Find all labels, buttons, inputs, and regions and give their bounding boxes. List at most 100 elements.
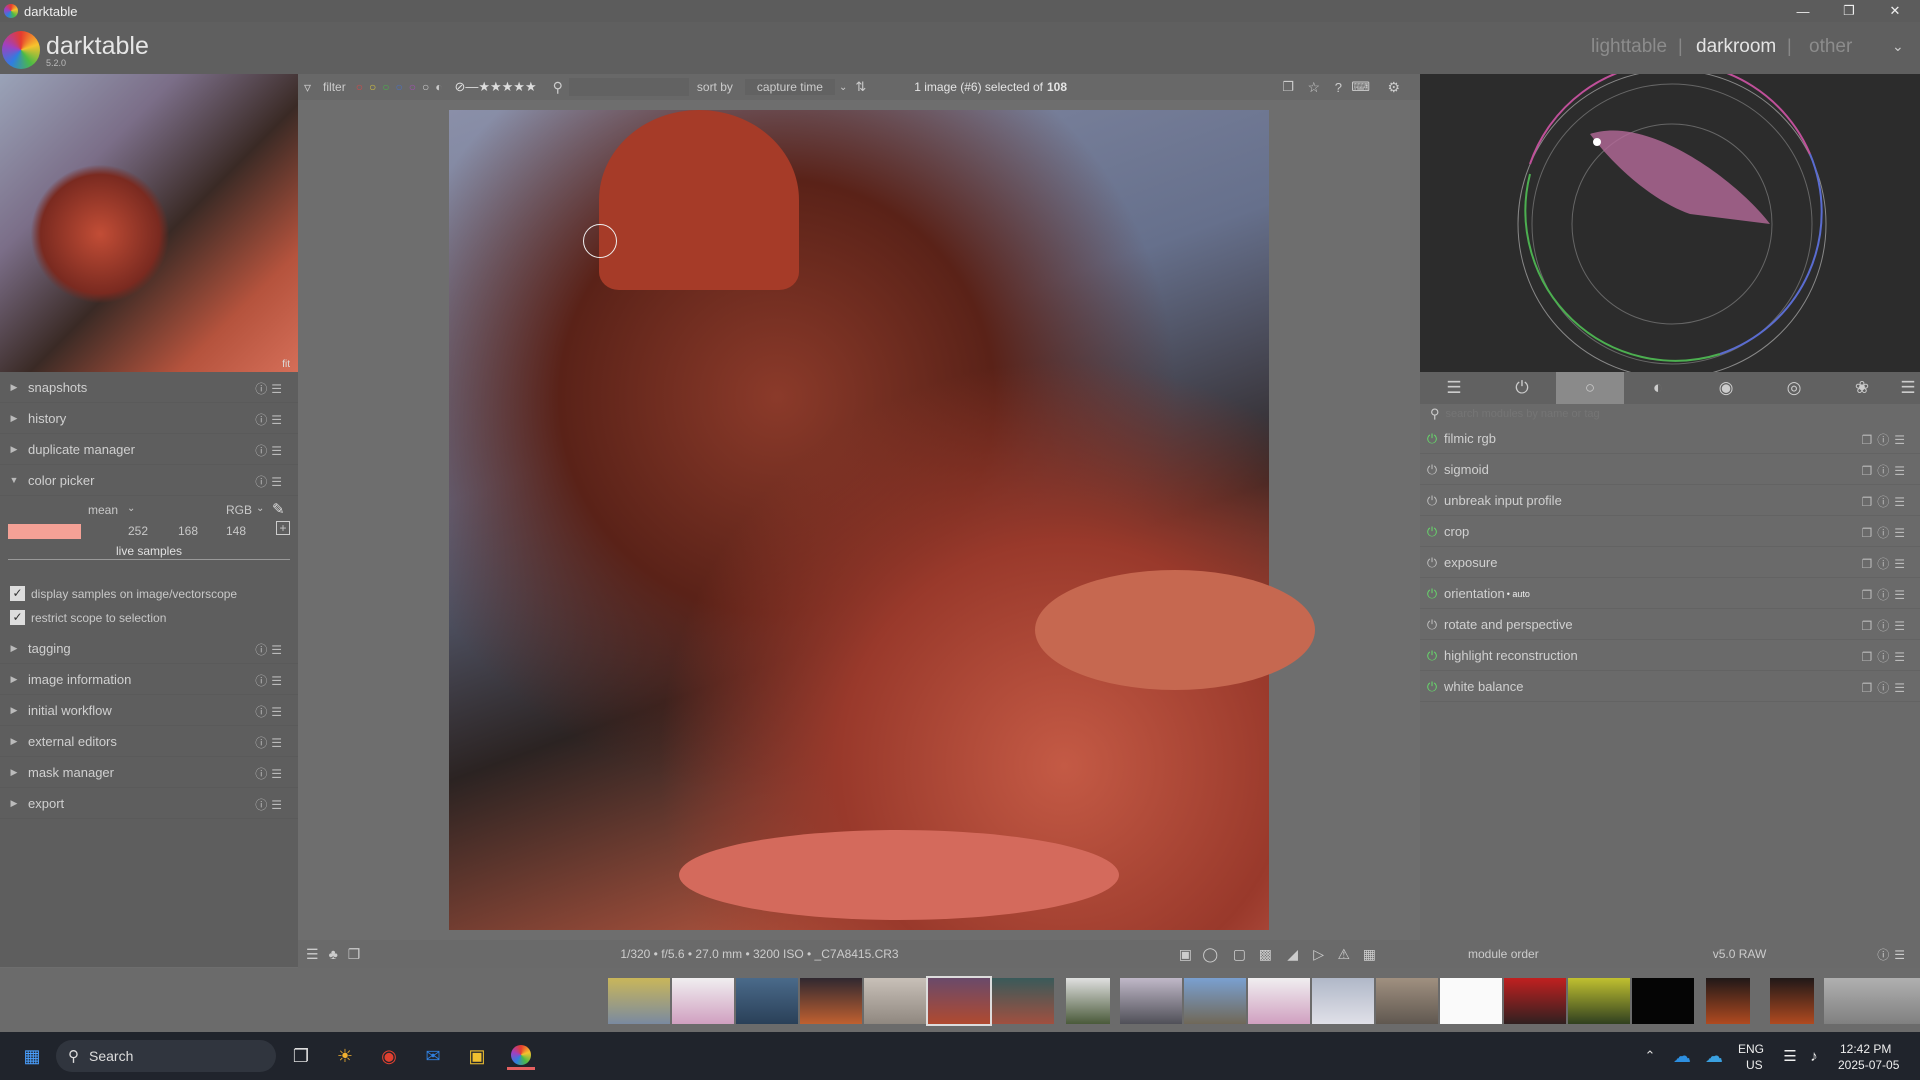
filmstrip-thumb[interactable] — [1824, 978, 1920, 1024]
vectorscope[interactable] — [1420, 61, 1920, 379]
module-search[interactable]: ⚲ — [1420, 404, 1920, 424]
module-filmic-rgb[interactable]: ⏻ filmic rgb ❐ⓘ☰ — [1420, 424, 1920, 454]
tab-quick-access-icon[interactable]: ☰ — [1420, 372, 1488, 404]
presets-icon[interactable]: ♣ — [329, 946, 338, 962]
language-indicator[interactable]: ENG — [1738, 1042, 1764, 1056]
tray-chevron-icon[interactable]: ⌃ — [1636, 1042, 1664, 1070]
module-icons[interactable]: ❐ⓘ☰ — [1861, 679, 1910, 696]
power-icon[interactable]: ⏻ — [1420, 555, 1444, 571]
chevron-down-icon[interactable]: ⌄ — [256, 503, 264, 514]
clipping-icon[interactable]: ◢ — [1287, 946, 1298, 963]
file-explorer-icon[interactable]: ▣ — [463, 1042, 491, 1070]
tab-active-modules-icon[interactable]: ⏻ — [1488, 372, 1556, 404]
module-rotate-and-perspective[interactable]: ⏻ rotate and perspective ❐ⓘ☰ — [1420, 610, 1920, 640]
outlook-icon[interactable]: ✉ — [419, 1042, 447, 1070]
filmstrip-thumb[interactable] — [1770, 978, 1814, 1024]
keyboard-icon[interactable]: ⌨ — [1351, 79, 1370, 95]
filmstrip-thumb[interactable] — [1706, 978, 1750, 1024]
filmstrip-thumb[interactable] — [1184, 978, 1246, 1024]
sort-select[interactable]: capture time — [744, 79, 835, 95]
color-label-blue-icon[interactable]: ○ — [395, 80, 402, 94]
navigation-preview[interactable]: fit — [0, 74, 298, 372]
module-external-editors[interactable]: ▶ external editors ⓘ☰ — [0, 726, 298, 757]
volume-icon[interactable]: ♪ — [1800, 1042, 1828, 1070]
module-icons[interactable]: ⓘ☰ — [255, 765, 286, 782]
darktable-taskbar-icon[interactable] — [507, 1042, 535, 1070]
color-label-red-icon[interactable]: ○ — [356, 80, 363, 94]
view-lighttable[interactable]: lighttable — [1591, 36, 1667, 58]
filmstrip-thumb[interactable] — [1632, 978, 1694, 1024]
power-icon[interactable]: ⏻ — [1420, 648, 1444, 664]
module-order-value[interactable]: v5.0 RAW — [1713, 947, 1767, 961]
language-region[interactable]: US — [1746, 1058, 1763, 1072]
filmstrip-thumb[interactable] — [1376, 978, 1438, 1024]
module-icons[interactable]: ⓘ☰ — [255, 703, 286, 720]
module-icons[interactable]: ❐ⓘ☰ — [1861, 586, 1910, 603]
view-other[interactable]: other — [1809, 36, 1852, 58]
tab-correct-icon[interactable]: ◎ — [1760, 372, 1828, 404]
clock-time[interactable]: 12:42 PM — [1840, 1042, 1891, 1056]
filmstrip-thumb[interactable] — [1312, 978, 1374, 1024]
close-button[interactable]: ✕ — [1872, 0, 1918, 22]
second-window-icon[interactable]: ▢ — [1233, 946, 1246, 963]
filmstrip-thumb[interactable] — [1440, 978, 1502, 1024]
power-icon[interactable]: ⏻ — [1420, 431, 1444, 447]
power-icon[interactable]: ⏻ — [1420, 586, 1444, 602]
focus-peaking-icon[interactable]: ▣ — [1179, 946, 1192, 963]
module-icons[interactable]: ⓘ☰ — [255, 442, 286, 459]
color-label-op-icon[interactable]: ◐ — [435, 80, 442, 94]
clock-date[interactable]: 2025-07-05 — [1838, 1058, 1899, 1072]
filmstrip-thumb[interactable] — [864, 978, 926, 1024]
minimize-button[interactable]: — — [1780, 0, 1826, 22]
rating-filter-stars-icon[interactable]: ⊘—★★★★★ — [454, 79, 536, 95]
module-export[interactable]: ▶ export ⓘ☰ — [0, 788, 298, 819]
raw-overexposed-icon[interactable]: ▩ — [1259, 946, 1272, 963]
module-icons[interactable]: ❐ⓘ☰ — [1861, 524, 1910, 541]
filmstrip-thumb[interactable] — [1504, 978, 1566, 1024]
power-icon[interactable]: ⏻ — [1420, 524, 1444, 540]
color-label-purple-icon[interactable]: ○ — [409, 80, 416, 94]
module-icons[interactable]: ⓘ☰ — [1877, 946, 1910, 963]
module-crop[interactable]: ⏻ crop ❐ⓘ☰ — [1420, 517, 1920, 547]
gear-icon[interactable]: ⚙ — [1387, 79, 1400, 96]
module-highlight-reconstruction[interactable]: ⏻ highlight reconstruction ❐ⓘ☰ — [1420, 641, 1920, 671]
onedrive-icon[interactable]: ☁ — [1668, 1042, 1696, 1070]
module-unbreak-input-profile[interactable]: ⏻ unbreak input profile ❐ⓘ☰ — [1420, 486, 1920, 516]
power-icon[interactable]: ⏻ — [1420, 679, 1444, 695]
tab-base-icon[interactable]: ○ — [1556, 372, 1624, 404]
module-icons[interactable]: ⓘ☰ — [255, 411, 286, 428]
module-icons[interactable]: ❐ⓘ☰ — [1861, 431, 1910, 448]
main-image[interactable] — [449, 110, 1315, 930]
grouping-icon[interactable]: ❐ — [1282, 79, 1294, 95]
filmstrip-thumb[interactable] — [800, 978, 862, 1024]
tab-effect-icon[interactable]: ❀ — [1828, 372, 1896, 404]
module-icons[interactable]: ⓘ☰ — [255, 672, 286, 689]
module-icons[interactable]: ❐ⓘ☰ — [1861, 617, 1910, 634]
power-icon[interactable]: ⏻ — [1420, 617, 1444, 633]
view-darkroom[interactable]: darkroom — [1696, 36, 1776, 58]
power-icon[interactable]: ⏻ — [1420, 462, 1444, 478]
module-icons[interactable]: ⓘ☰ — [255, 734, 286, 751]
search-icon[interactable]: ⚲ — [553, 79, 563, 96]
eyedropper-icon[interactable]: ✎ — [272, 500, 285, 518]
module-snapshots[interactable]: ▶ snapshots ⓘ☰ — [0, 372, 298, 403]
chevron-down-icon[interactable]: ⌄ — [127, 503, 135, 514]
star-icon[interactable]: ☆ — [1307, 79, 1320, 96]
help-icon[interactable]: ? — [1335, 80, 1342, 95]
picker-mode-select[interactable]: mean — [88, 503, 118, 517]
quick-access-icon[interactable]: ☰ — [306, 946, 319, 963]
module-white-balance[interactable]: ⏻ white balance ❐ⓘ☰ — [1420, 672, 1920, 702]
power-icon[interactable]: ⏻ — [1420, 493, 1444, 509]
module-icons[interactable]: ❐ⓘ☰ — [1861, 462, 1910, 479]
tab-menu-icon[interactable]: ☰ — [1896, 372, 1920, 404]
module-icons[interactable]: ❐ⓘ☰ — [1861, 555, 1910, 572]
module-icons[interactable]: ❐ⓘ☰ — [1861, 493, 1910, 510]
display-samples-checkbox[interactable]: ✓ — [10, 586, 25, 601]
module-sigmoid[interactable]: ⏻ sigmoid ❐ⓘ☰ — [1420, 455, 1920, 485]
module-image-information[interactable]: ▶ image information ⓘ☰ — [0, 664, 298, 695]
module-tagging[interactable]: ▶ tagging ⓘ☰ — [0, 633, 298, 664]
filmstrip-thumb[interactable] — [1248, 978, 1310, 1024]
module-icons[interactable]: ⓘ☰ — [255, 380, 286, 397]
module-initial-workflow[interactable]: ▶ initial workflow ⓘ☰ — [0, 695, 298, 726]
task-view-icon[interactable]: ❐ — [287, 1042, 315, 1070]
